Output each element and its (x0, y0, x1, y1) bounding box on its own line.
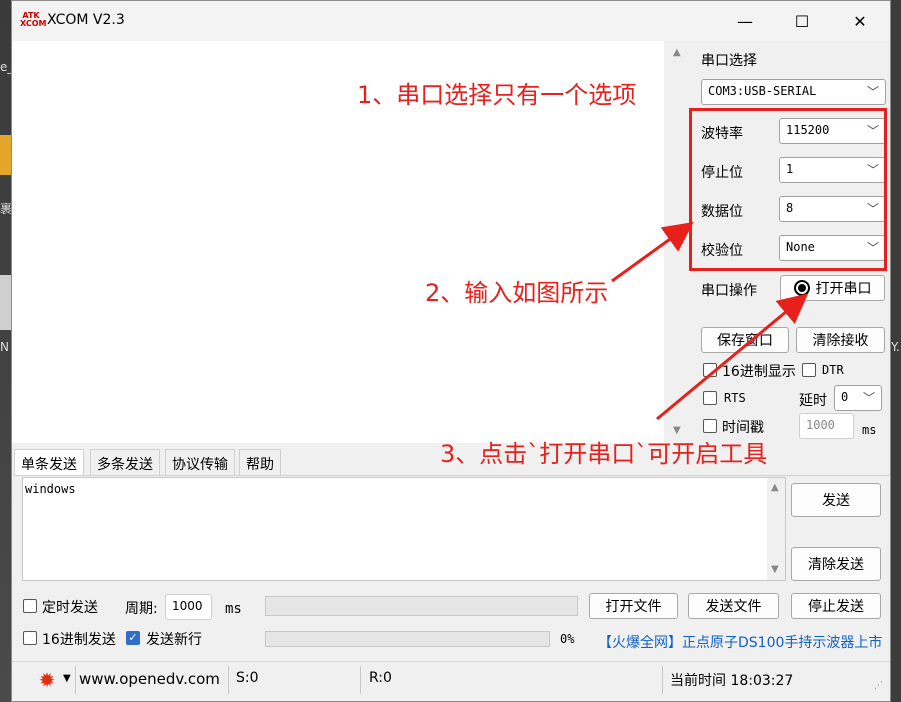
desktop-file-icon (0, 275, 11, 330)
annotation-arrows (611, 221, 809, 421)
xcom-window: ATK XCOM XCOM V2.3 — ☐ ✕ ▲ ▼ 串口选择 COM3:U… (11, 0, 891, 702)
annotation-arrow-2 (656, 293, 809, 421)
desktop-folder-icon (0, 135, 11, 175)
annotation-arrow-1 (611, 221, 694, 283)
desktop-fragment: N (0, 340, 9, 354)
desktop-fragment: Y. (891, 340, 900, 354)
